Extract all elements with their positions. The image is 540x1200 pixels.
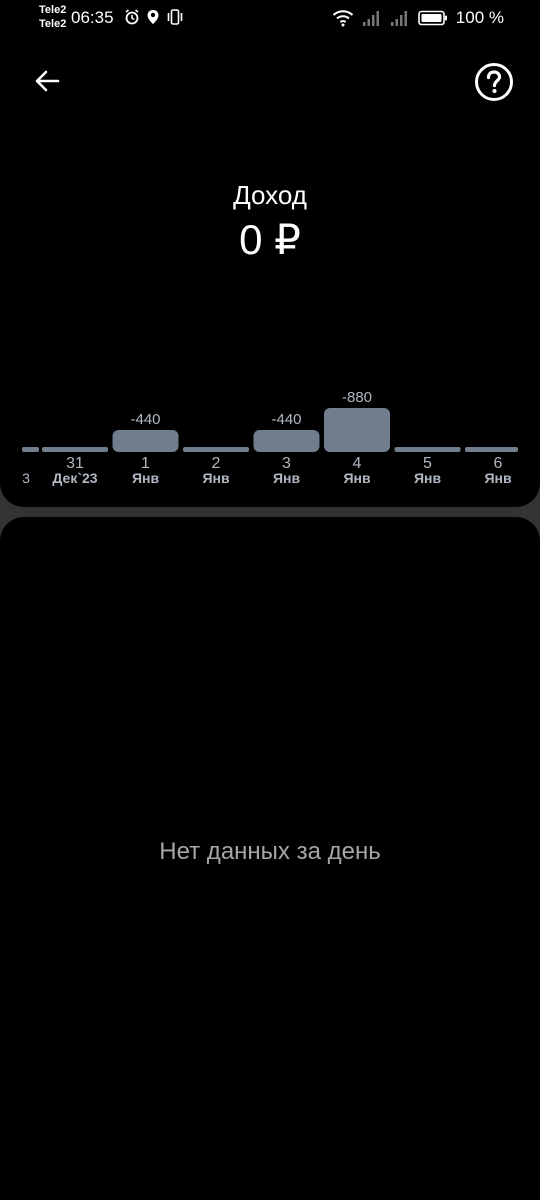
status-bar: Tele2 Tele2 06:35 100 %	[0, 0, 540, 36]
battery-percent: 100 %	[455, 8, 504, 27]
income-chart[interactable]: 3 31 Дек`23 -440 1 Янв 2 Янв -440 3 Янв -880 4 Янв 5 Ян…	[0, 380, 540, 490]
chart-month-label: Янв	[484, 470, 512, 486]
chart-bar[interactable]	[394, 447, 461, 452]
carrier-2: Tele2	[39, 18, 67, 30]
chart-month-label: Дек`23	[52, 470, 97, 486]
clock: 06:35	[71, 8, 114, 27]
chart-value-label: -440	[130, 411, 160, 428]
arrow-left-icon	[35, 70, 60, 92]
status-icons-right: 100 %	[332, 8, 504, 28]
summary-title: Доход	[233, 180, 307, 210]
carrier-1: Tele2	[39, 4, 67, 16]
status-icons-left	[124, 9, 184, 25]
chart-month-label: Янв	[202, 470, 230, 486]
help-button[interactable]	[474, 62, 514, 102]
chart-month-label: Янв	[273, 470, 301, 486]
signal-icon	[362, 11, 379, 26]
chart-day-label: 3	[22, 470, 30, 486]
vibrate-icon	[167, 9, 183, 25]
chart-bar[interactable]	[22, 447, 39, 452]
chart-bar[interactable]	[183, 447, 249, 452]
chart-bar[interactable]	[112, 430, 179, 452]
back-button[interactable]	[30, 64, 64, 98]
chart-bar[interactable]	[253, 430, 320, 452]
wifi-icon	[332, 10, 353, 27]
summary-amount: 0 ₽	[239, 216, 301, 263]
income-summary: Доход 0 ₽	[0, 180, 540, 264]
chart-bar[interactable]	[42, 447, 108, 452]
income-chart-svg: 331Дек`23-4401Янв2Янв-4403Янв-8804Янв5Ян…	[22, 389, 518, 486]
chart-value-label: -440	[271, 411, 301, 428]
chart-month-label: Янв	[343, 470, 371, 486]
carriers: Tele2 Tele2	[39, 3, 66, 31]
location-icon	[147, 10, 159, 24]
chart-bar[interactable]	[324, 408, 390, 452]
chart-month-label: Янв	[132, 470, 160, 486]
battery-icon	[417, 10, 447, 26]
chart-value-label: -880	[342, 389, 372, 406]
empty-state-message: Нет данных за день	[159, 838, 381, 865]
signal-icon	[390, 11, 407, 26]
chart-bar[interactable]	[465, 447, 518, 452]
question-circle-icon	[475, 63, 513, 101]
chart-month-label: Янв	[414, 470, 442, 486]
alarm-icon	[125, 9, 139, 25]
